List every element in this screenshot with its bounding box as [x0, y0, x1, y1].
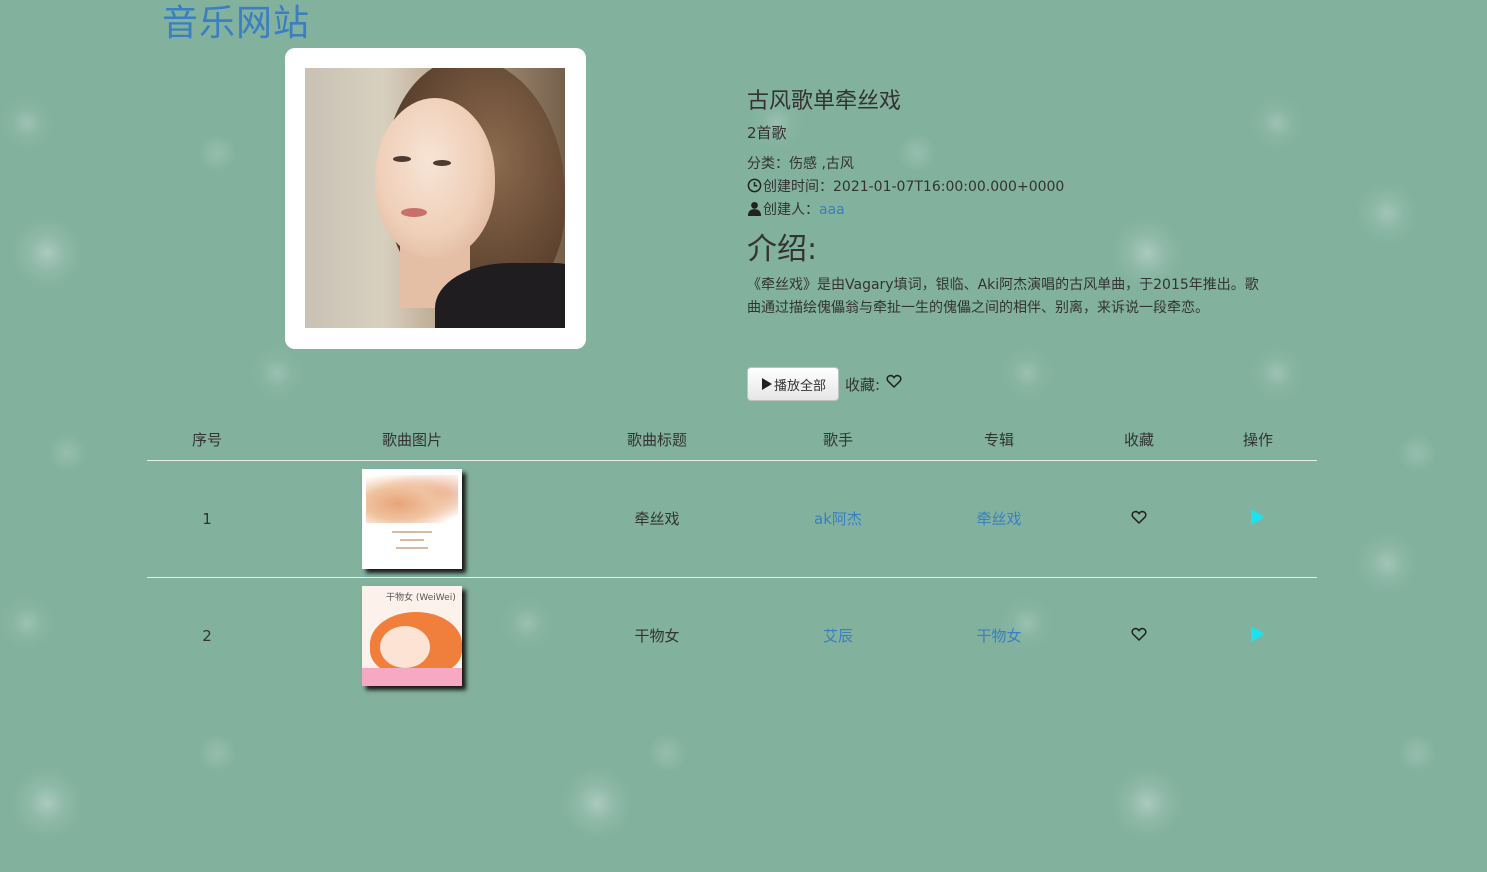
cover-text: 干物女 (WeiWei) [386, 592, 456, 603]
song-table: 序号 歌曲图片 歌曲标题 歌手 专辑 收藏 操作 1 牵丝戏 ak阿杰 牵丝戏 [147, 420, 1317, 694]
row-cover-cell [267, 460, 557, 578]
header-singer: 歌手 [757, 420, 919, 461]
playlist-cover-frame [285, 48, 586, 349]
play-icon[interactable] [1251, 625, 1265, 642]
header-operation: 操作 [1199, 420, 1317, 461]
table-row: 2 干物女 (WeiWei) 干物女 艾辰 干物女 [147, 577, 1317, 694]
row-cover-cell: 干物女 (WeiWei) [267, 577, 557, 694]
category-row: 分类：伤感 ,古风 [747, 153, 1267, 176]
created-label: 创建时间： [763, 179, 833, 195]
site-title[interactable]: 音乐网站 [162, 0, 310, 46]
header-favorite: 收藏 [1079, 420, 1199, 461]
row-favorite-cell [1079, 460, 1199, 578]
play-icon [762, 378, 772, 390]
playlist-actions: 播放全部 收藏: [747, 367, 902, 401]
row-singer-link[interactable]: ak阿杰 [814, 510, 862, 528]
created-row: 创建时间：2021-01-07T16:00:00.000+0000 [747, 176, 1267, 199]
creator-row: 创建人：aaa [747, 199, 1267, 222]
playlist-cover-image [305, 68, 565, 328]
row-index: 1 [147, 460, 267, 578]
table-header-row: 序号 歌曲图片 歌曲标题 歌手 专辑 收藏 操作 [147, 420, 1317, 461]
play-all-label: 播放全部 [774, 378, 827, 394]
clock-icon [747, 178, 762, 193]
heart-icon[interactable] [1131, 626, 1147, 642]
heart-icon[interactable] [1131, 509, 1147, 525]
header-title: 歌曲标题 [557, 420, 757, 461]
row-album-link[interactable]: 干物女 [976, 627, 1021, 645]
row-title: 干物女 [634, 627, 680, 646]
song-cover-image[interactable] [362, 468, 462, 569]
intro-heading: 介绍: [747, 232, 818, 267]
user-icon [747, 201, 762, 216]
song-cover-image[interactable]: 干物女 (WeiWei) [362, 585, 462, 686]
row-index: 2 [202, 626, 212, 645]
row-title: 牵丝戏 [557, 460, 757, 578]
creator-label: 创建人： [763, 202, 819, 218]
intro-text: 《牵丝戏》是由Vagary填词，银临、Aki阿杰演唱的古风单曲，于2015年推出… [747, 277, 1259, 316]
row-operation-cell [1199, 577, 1317, 694]
header-index: 序号 [147, 420, 267, 461]
category-label: 分类： [747, 156, 789, 172]
row-singer-link[interactable]: 艾辰 [823, 627, 853, 645]
row-album-link[interactable]: 牵丝戏 [976, 510, 1021, 528]
table-row: 1 牵丝戏 ak阿杰 牵丝戏 [147, 460, 1317, 578]
row-operation-cell [1199, 460, 1317, 578]
play-all-button[interactable]: 播放全部 [747, 367, 840, 401]
playlist-info: 古风歌单牵丝戏 2首歌 分类：伤感 ,古风 创建时间：2021-01-07T16… [747, 86, 1267, 320]
heart-icon[interactable] [886, 373, 902, 389]
playlist-title: 古风歌单牵丝戏 [747, 89, 902, 114]
favorite-label: 收藏: [845, 375, 881, 394]
category-value: 伤感 ,古风 [789, 156, 854, 172]
row-favorite-cell [1079, 577, 1199, 694]
header-cover: 歌曲图片 [267, 420, 557, 461]
header-album: 专辑 [919, 420, 1079, 461]
song-count: 2首歌 [747, 124, 787, 142]
play-icon[interactable] [1251, 508, 1265, 525]
playlist-meta: 分类：伤感 ,古风 创建时间：2021-01-07T16:00:00.000+0… [747, 153, 1267, 222]
creator-link[interactable]: aaa [819, 202, 845, 218]
created-value: 2021-01-07T16:00:00.000+0000 [833, 179, 1065, 195]
